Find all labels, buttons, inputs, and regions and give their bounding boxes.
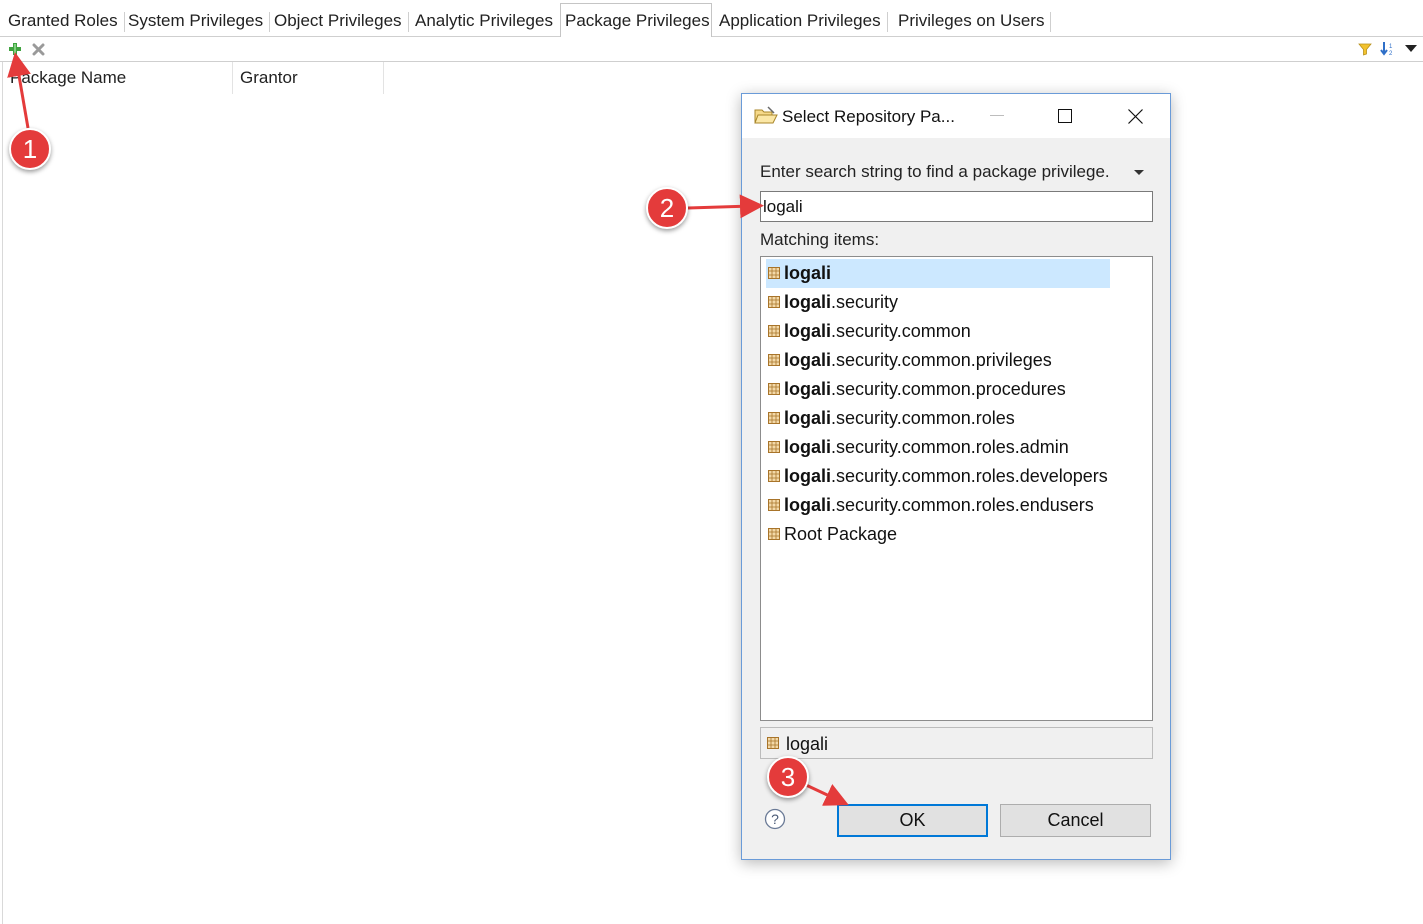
package-icon: [768, 528, 780, 540]
ok-button[interactable]: OK: [837, 804, 988, 837]
list-item[interactable]: logali.security.common.privileges: [766, 346, 1052, 375]
tab-granted-roles[interactable]: Granted Roles: [4, 6, 125, 37]
panel-left-border: [2, 62, 3, 924]
tab-analytic-privileges[interactable]: Analytic Privileges: [411, 6, 557, 37]
dialog-title-bar[interactable]: Select Repository Pa...: [742, 94, 1170, 138]
list-item[interactable]: logali.security.common.procedures: [766, 375, 1066, 404]
list-item[interactable]: logali.security.common.roles.endusers: [766, 491, 1094, 520]
dialog-title: Select Repository Pa...: [782, 107, 955, 126]
chevron-down-icon[interactable]: [1402, 40, 1420, 58]
search-input[interactable]: [760, 191, 1153, 222]
help-icon[interactable]: ?: [764, 808, 786, 830]
package-icon: [768, 441, 780, 453]
package-icon: [768, 412, 780, 424]
callout-step-3: 3: [767, 756, 809, 798]
list-item[interactable]: Root Package: [766, 520, 897, 549]
list-item[interactable]: logali.security.common.roles.developers: [766, 462, 1108, 491]
annotation-arrows: [7, 52, 849, 806]
remove-icon[interactable]: [29, 40, 47, 58]
tab-application-privileges[interactable]: Application Privileges: [715, 6, 888, 37]
list-item[interactable]: logali.security.common: [766, 317, 971, 346]
callout-step-1: 1: [9, 128, 51, 170]
tab-label: Application Privileges: [719, 11, 881, 30]
selected-item-field: logali: [760, 727, 1153, 759]
tab-label: System Privileges: [128, 11, 264, 30]
tab-label: Privileges on Users: [898, 11, 1045, 30]
tab-package-privileges[interactable]: Package Privileges: [560, 3, 712, 38]
search-label: Enter search string to find a package pr…: [760, 162, 1110, 181]
list-item[interactable]: logali: [766, 259, 1110, 288]
list-item[interactable]: logali.security.common.roles: [766, 404, 1015, 433]
tab-privileges-on-users[interactable]: Privileges on Users: [894, 6, 1052, 37]
tab-system-privileges[interactable]: System Privileges: [124, 6, 271, 37]
package-icon: [767, 737, 779, 749]
tab-label: Package Privileges: [565, 11, 710, 30]
maximize-button[interactable]: [1042, 94, 1088, 138]
package-icon: [768, 267, 780, 279]
package-icon: [768, 296, 780, 308]
tab-object-privileges[interactable]: Object Privileges: [270, 6, 409, 37]
cancel-button[interactable]: Cancel: [1000, 804, 1151, 837]
chevron-down-icon[interactable]: [1133, 168, 1145, 178]
tab-label: Analytic Privileges: [415, 11, 553, 30]
plus-icon[interactable]: [6, 40, 24, 58]
tab-bar: Granted Roles System Privileges Object P…: [0, 0, 1423, 38]
svg-text:1: 1: [1389, 44, 1393, 50]
selected-item-text: logali: [786, 734, 829, 754]
package-icon: [768, 383, 780, 395]
folder-open-icon: [754, 106, 778, 124]
filter-icon[interactable]: [1356, 40, 1374, 58]
column-header-grantor[interactable]: Grantor: [233, 62, 384, 94]
sort-icon[interactable]: 12: [1379, 40, 1397, 58]
toolbar: 12: [0, 37, 1423, 62]
list-item[interactable]: logali.security.common.roles.admin: [766, 433, 1069, 462]
minimize-button[interactable]: [974, 94, 1020, 138]
close-button[interactable]: [1112, 94, 1158, 138]
column-header-package-name[interactable]: Package Name: [0, 62, 233, 94]
svg-text:2: 2: [1389, 51, 1393, 57]
list-item[interactable]: logali.security: [766, 288, 898, 317]
tab-label: Granted Roles: [8, 11, 118, 30]
package-icon: [768, 354, 780, 366]
package-icon: [768, 470, 780, 482]
callout-step-2: 2: [646, 187, 688, 229]
package-icon: [768, 499, 780, 511]
matching-items-list[interactable]: logali logali.security logali.security.c…: [760, 256, 1153, 721]
package-icon: [768, 325, 780, 337]
select-repository-package-dialog: Select Repository Pa... Enter search str…: [741, 93, 1171, 860]
matching-items-label: Matching items:: [760, 230, 880, 249]
svg-text:?: ?: [771, 811, 779, 827]
tab-label: Object Privileges: [274, 11, 402, 30]
